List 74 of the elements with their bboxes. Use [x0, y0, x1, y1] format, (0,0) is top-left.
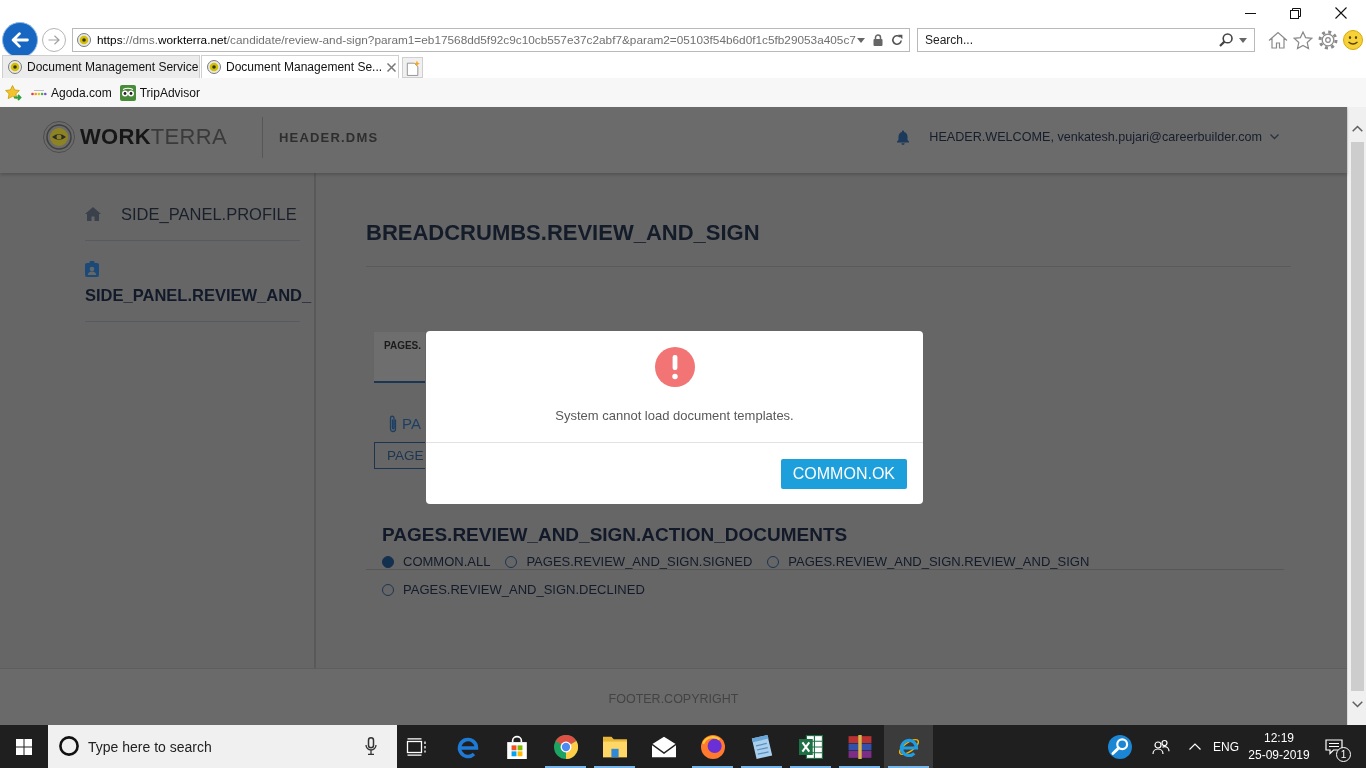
minimize-icon[interactable] — [1245, 12, 1256, 14]
settings-icon[interactable] — [1318, 30, 1338, 50]
people-icon[interactable] — [1152, 738, 1170, 755]
sidebar-link[interactable]: SIDE_PANEL.PROFILE — [85, 204, 314, 224]
dialog-message: System cannot load document templates. — [555, 408, 794, 424]
globe-logo-icon — [700, 734, 725, 759]
favorite-link[interactable]: TripAdvisor — [119, 84, 200, 101]
address-bar[interactable]: https://dms.workterra.net/candidate/review-and-sign?param1=eb17568dd5f92c9c10cb557e37c2abf7&param2=05103f54b6d0f1c5fb29053a405c7 — [72, 28, 910, 52]
input-language[interactable]: ENG — [1213, 739, 1239, 754]
sidebar-link[interactable]: SIDE_PANEL.REVIEW_AND_ — [85, 261, 314, 305]
book-stack-icon — [847, 734, 872, 759]
chevron-down-icon[interactable] — [1270, 134, 1279, 140]
radio-label[interactable]: COMMON.ALL — [403, 555, 491, 568]
shopping-bag-icon — [504, 734, 529, 759]
notepad-icon — [749, 734, 774, 759]
browser-tab[interactable]: Document Management Se... — [201, 55, 399, 78]
left-arrow-icon[interactable] — [11, 32, 29, 48]
url-text[interactable]: https://dms.workterra.net/candidate/review-and-sign?param1=eb17568dd5f92c9c10cb557e37c2abf7&param2=05103f54b6d0f1c5fb29053a405c7 — [97, 33, 856, 47]
scroll-up-icon[interactable] — [1351, 125, 1363, 132]
microphone-icon[interactable] — [365, 737, 377, 755]
scrollbar-thumb[interactable] — [1350, 142, 1364, 691]
refresh-icon[interactable] — [891, 34, 903, 46]
attachment-link[interactable]: PA — [402, 415, 421, 433]
spreadsheet-icon — [798, 734, 823, 759]
target-icon — [8, 60, 22, 74]
section-heading: PAGES.REVIEW_AND_SIGN.ACTION_DOCUMENTS — [382, 524, 849, 546]
taskbar-search-field[interactable]: Type here to search — [48, 725, 397, 768]
favorite-link[interactable]: Agoda.com — [31, 85, 112, 100]
wheel-logo-icon — [553, 734, 578, 759]
chevron-up-icon[interactable] — [1189, 743, 1201, 750]
four-squares-icon — [16, 738, 32, 755]
close-icon[interactable] — [1335, 7, 1347, 19]
favorites-star-icon[interactable] — [5, 84, 23, 101]
smiley-icon[interactable] — [1343, 30, 1363, 50]
blank-page-sparkle-icon — [405, 59, 420, 76]
vertical-scrollbar[interactable] — [1347, 107, 1366, 725]
lock-icon[interactable] — [873, 34, 883, 46]
error-icon — [654, 347, 695, 387]
dropdown-caret-icon[interactable] — [857, 37, 865, 43]
scroll-down-icon[interactable] — [1351, 701, 1363, 708]
radio-label[interactable]: PAGES.REVIEW_AND_SIGN.SIGNED — [526, 555, 753, 568]
new-tab-button[interactable] — [402, 57, 423, 78]
envelope-icon — [651, 734, 676, 759]
owl-eyes-icon — [119, 84, 136, 101]
notification-count: 1 — [1336, 747, 1351, 762]
user-menu[interactable]: HEADER.WELCOME, venkatesh.pujari@careerbuilder.com — [929, 130, 1262, 144]
radio-button[interactable] — [382, 555, 394, 568]
restore-icon[interactable] — [1290, 7, 1301, 19]
magnifier-app-icon[interactable] — [1108, 734, 1132, 759]
ring-icon — [59, 736, 79, 756]
paperclip-icon[interactable] — [389, 415, 397, 433]
action-button[interactable]: PAGE — [374, 442, 425, 469]
radio-label[interactable]: PAGES.REVIEW_AND_SIGN.DECLINED — [403, 583, 645, 596]
page-heading: BREADCRUMBS.REVIEW_AND_SIGN — [366, 219, 761, 247]
target-icon — [207, 60, 221, 74]
target-icon — [77, 33, 91, 47]
dropdown-caret-icon[interactable] — [1239, 38, 1247, 43]
app-name: HEADER.DMS — [278, 129, 379, 145]
clock-date[interactable]: 25-09-2019 — [1248, 746, 1310, 764]
browser-tab[interactable]: Document Management Service — [2, 55, 200, 78]
search-icon[interactable] — [1219, 33, 1233, 47]
home-icon[interactable] — [1268, 31, 1288, 49]
dots-logo-icon — [31, 88, 47, 97]
task-view-icon — [406, 737, 428, 756]
folder-icon — [602, 734, 627, 759]
target-logo-icon — [43, 121, 75, 153]
notification-icon[interactable] — [1325, 738, 1343, 755]
radio-label[interactable]: PAGES.REVIEW_AND_SIGN.REVIEW_AND_SIGN — [788, 555, 1090, 568]
search-field[interactable]: Search... — [917, 28, 1255, 52]
section-tab[interactable]: PAGES. — [374, 332, 425, 383]
back-button[interactable] — [2, 22, 38, 58]
star-icon[interactable] — [1293, 30, 1313, 50]
ok-button[interactable]: COMMON.OK — [780, 459, 907, 489]
clock-time[interactable]: 12:19 — [1264, 729, 1294, 747]
